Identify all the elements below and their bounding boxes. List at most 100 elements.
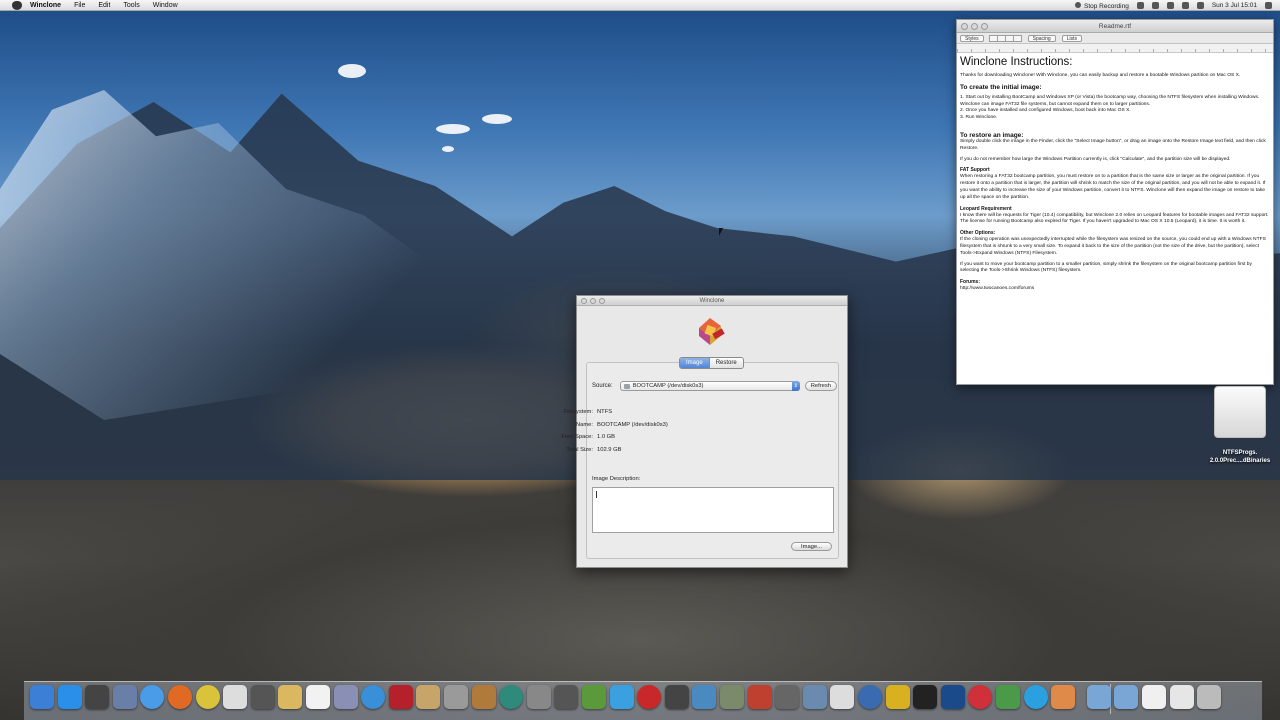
minecraft-icon[interactable] (582, 685, 606, 709)
tool-icon[interactable] (664, 685, 689, 709)
red-round-app-icon[interactable] (637, 685, 662, 709)
time-machine-icon[interactable] (1151, 2, 1159, 9)
guitar-icon[interactable] (471, 685, 496, 709)
minimize-button[interactable] (590, 298, 596, 304)
drive-label[interactable]: NTFSProgs. 2.0.0Prec....dBinaries (1202, 449, 1278, 465)
globe-icon[interactable] (858, 685, 882, 709)
screen-icon[interactable] (554, 685, 579, 709)
twitter-icon[interactable] (609, 685, 634, 709)
leopard-paragraph: I know there will be requests for Tiger … (960, 212, 1269, 225)
camera-icon[interactable] (250, 685, 275, 709)
terminal-icon[interactable] (913, 685, 938, 709)
stop-recording-item[interactable]: Stop Recording (1075, 1, 1129, 10)
mouse-icon[interactable] (223, 685, 248, 709)
game-icon[interactable] (720, 685, 744, 709)
pen-icon[interactable] (830, 685, 855, 709)
ruler[interactable] (957, 44, 1273, 53)
tab-image[interactable]: Image (680, 358, 709, 368)
create-step-2: 2. Once you have installed and configure… (960, 108, 1131, 114)
leopard-heading: Leopard Requirement (960, 205, 1012, 212)
trash-icon[interactable] (1197, 685, 1222, 709)
calendar-icon[interactable] (306, 685, 330, 709)
record-icon (1075, 1, 1081, 8)
zoom-button[interactable] (599, 298, 605, 304)
dashboard-icon[interactable] (85, 685, 110, 709)
notes-icon[interactable] (278, 685, 303, 709)
info-value: 1.0 GB (597, 434, 616, 440)
folder-a-icon[interactable] (1086, 685, 1111, 709)
other-options-heading: Other Options: (960, 230, 996, 237)
disk-icon (623, 384, 630, 389)
firefox-icon[interactable] (168, 685, 192, 709)
iphoto-icon[interactable] (416, 685, 441, 709)
drive-icon[interactable] (1169, 685, 1194, 709)
doc-intro: Thanks for downloading Winclone! With Wi… (960, 73, 1241, 78)
cloud (482, 114, 512, 124)
photo-tool-icon[interactable] (333, 685, 358, 709)
crayons-icon[interactable] (1051, 685, 1076, 709)
lists-popup[interactable]: Lists (1061, 34, 1082, 42)
document-text[interactable]: Winclone Instructions: Thanks for downlo… (957, 53, 1273, 300)
fat-support-paragraph: When restoring a FAT32 bootcamp partitio… (960, 174, 1266, 200)
time-machine-icon[interactable] (499, 685, 524, 709)
winclone-title: Winclone (699, 298, 725, 304)
star-tool-icon[interactable] (444, 685, 468, 709)
gears-icon[interactable] (775, 685, 800, 709)
network-icon[interactable] (692, 685, 717, 709)
image-description-field[interactable] (592, 487, 834, 533)
plant-icon[interactable] (996, 685, 1020, 709)
readme-titlebar[interactable]: Readme.rtf (957, 20, 1273, 33)
status-area: Stop Recording Sun 3 Jul 15:01 (1075, 0, 1272, 11)
menu-window[interactable]: Window (153, 0, 178, 11)
itunes-icon[interactable] (361, 685, 386, 709)
close-button[interactable] (581, 298, 587, 304)
menu-tools[interactable]: Tools (123, 0, 139, 11)
spotlight-icon[interactable] (1265, 2, 1272, 9)
winclone-titlebar[interactable]: Winclone (577, 296, 847, 306)
menu-app-name[interactable]: Winclone (30, 0, 61, 11)
close-button[interactable] (961, 23, 968, 30)
menu-edit[interactable]: Edit (98, 0, 110, 11)
doc-heading: Winclone Instructions: (960, 56, 1073, 68)
fireworks-icon[interactable] (885, 685, 910, 709)
wifi-icon[interactable] (1166, 2, 1174, 9)
info-value: 102.9 GB (597, 446, 622, 453)
alignment-segments[interactable] (988, 34, 1022, 42)
menu-bar: Winclone File Edit Tools Window Stop Rec… (0, 0, 1280, 11)
document-icon[interactable] (1142, 685, 1166, 709)
app-store-icon[interactable] (57, 685, 82, 709)
photoshop-icon[interactable] (940, 685, 965, 709)
ntfsprogs-drive-icon[interactable] (1212, 386, 1268, 440)
menu-file[interactable]: File (74, 0, 85, 11)
volume-icon[interactable] (1181, 2, 1189, 9)
finder-icon[interactable] (30, 685, 54, 709)
zoom-button[interactable] (981, 23, 988, 30)
info-row: Total Size: 102.9 GB (539, 444, 668, 457)
cloud (442, 146, 454, 152)
chrome-icon[interactable] (195, 685, 220, 709)
spacing-popup[interactable]: Spacing (1027, 34, 1056, 42)
tab-restore[interactable]: Restore (708, 358, 743, 368)
winclone-window: Winclone Image Restore Source: BOOTCAMP … (561, 295, 848, 568)
apple-icon[interactable] (12, 0, 22, 10)
system-preferences-icon[interactable] (526, 685, 551, 709)
image-button[interactable]: Image... (791, 542, 832, 551)
styles-popup[interactable]: Styles (960, 34, 984, 42)
clock[interactable]: Sun 3 Jul 15:01 (1212, 2, 1257, 9)
refresh-button[interactable]: Refresh (804, 381, 837, 391)
bluetooth-icon[interactable] (1136, 2, 1144, 9)
info-row: Free Space: 1.0 GB (539, 431, 668, 444)
character-icon[interactable] (747, 685, 772, 709)
readme-title: Readme.rtf (1098, 23, 1132, 30)
partition-info: Filesystem: NTFS Name: BOOTCAMP (/dev/disk… (539, 406, 668, 457)
red-app-icon[interactable] (388, 685, 413, 709)
picture-icon[interactable] (802, 685, 827, 709)
folder-b-icon[interactable] (1114, 685, 1139, 709)
preview-icon[interactable] (112, 685, 137, 709)
battery-icon[interactable] (1196, 2, 1204, 9)
source-select[interactable]: BOOTCAMP (/dev/disk0s3) ⇕ (619, 381, 800, 391)
minimize-button[interactable] (971, 23, 978, 30)
skype-icon[interactable] (1023, 685, 1048, 709)
create-heading: To create the initial image: (960, 83, 1042, 91)
forums-link[interactable]: http://www.twocanoes.com/forums (960, 286, 1270, 293)
